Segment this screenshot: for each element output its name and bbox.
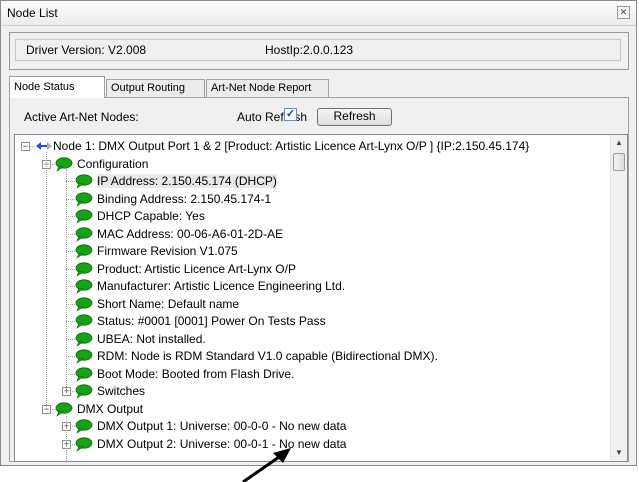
scroll-up-icon[interactable]: ▲ [611,135,627,151]
tree-item-label: DMX Output 2: Universe: 00-0-1 - No new … [97,436,347,451]
tree-item-label: RDM: Node is RDM Standard V1.0 capable (… [97,349,438,363]
tab-output-routing[interactable]: Output Routing [106,79,205,98]
tree-item-label: DMX Output 1: Universe: 00-0-0 - No new … [97,419,347,433]
tree-row[interactable]: + DMX Output 2: Universe: 00-0-1 - No new… [15,436,609,453]
tree-item-label: Boot Mode: Booted from Flash Drive. [97,366,295,381]
speech-bubble-icon [75,209,93,224]
tree-item-label: Product: Artistic Licence Art-Lynx O/P [97,261,296,276]
scroll-down-icon[interactable]: ▼ [611,445,627,461]
speech-bubble-icon [75,191,93,207]
speech-bubble-icon [75,174,93,189]
tree-row[interactable]: − Configuration [15,156,609,173]
speech-bubble-icon [75,419,93,434]
tree-item-label: DMX Output [77,401,144,416]
speech-bubble-icon [75,366,93,382]
speech-bubble-icon [75,226,93,242]
network-node-icon [35,139,53,154]
tree-item-label: Short Name: Default name [97,296,240,311]
speech-bubble-icon [75,331,93,347]
speech-bubble-icon [75,244,93,259]
tree-connector [66,198,75,200]
tree-row[interactable]: DHCP Capable: Yes [15,208,609,225]
tree-connector [66,321,75,322]
tree-item-label: Binding Address: 2.150.45.174-1 [97,191,272,206]
tree-row[interactable]: + DMX Output 1: Universe: 00-0-0 - No new… [15,418,609,435]
window-title: Node List [7,6,58,20]
tree-item-label: Status: #0001 [0001] Power On Tests Pass [97,314,326,328]
speech-bubble-icon [55,401,73,417]
tree-row[interactable]: Short Name: Default name [15,296,609,313]
tree-item-label: DHCP Capable: Yes [97,209,205,223]
tree-item-label: IP Address: 2.150.45.174 (DHCP) [97,174,277,188]
checkmark-icon: ✓ [285,108,296,120]
speech-bubble-icon [75,296,93,312]
tree-row[interactable]: Manufacturer: Artistic Licence Engineeri… [15,278,609,295]
tree-guide-line [46,151,47,409]
tree-guide-line [66,169,67,391]
tree-item-label: Firmware Revision V1.075 [97,244,238,258]
tree-row[interactable]: Status: #0001 [0001] Power On Tests Pass [15,313,609,330]
tree-row[interactable]: Firmware Revision V1.075 [15,243,609,260]
node-tree-view[interactable]: − Node 1: DMX Output Port 1 & 2 [Product:… [14,134,628,462]
tree-connector [66,338,75,340]
close-icon[interactable]: ✕ [617,6,630,19]
tree-connector [66,373,75,375]
tree-item-label: MAC Address: 00-06-A6-01-2D-AE [97,226,284,241]
tree-row[interactable]: + Switches [15,383,609,400]
title-bar: Node List ✕ [1,1,636,26]
tree-connector [66,251,75,252]
tree-row[interactable]: − DMX Output [15,401,609,418]
host-ip-text: HostIp:2.0.0.123 [265,43,354,57]
collapse-icon[interactable]: − [21,142,30,151]
speech-bubble-icon [75,436,93,452]
speech-bubble-icon [75,279,93,294]
tree-item-label: UBEA: Not installed. [97,331,206,346]
tree-guide-line [66,414,67,461]
tab-node-status[interactable]: Node Status [9,76,105,98]
tree-item-label: Manufacturer: Artistic Licence Engineeri… [97,279,346,293]
tree-item-label: Node 1: DMX Output Port 1 & 2 [Product: … [53,139,530,153]
speech-bubble-icon [55,156,73,172]
scroll-thumb[interactable] [613,153,625,171]
tree-connector [66,216,75,217]
tree-connector [66,181,75,182]
tree-row[interactable]: Product: Artistic Licence Art-Lynx O/P [15,261,609,278]
auto-refresh-checkbox[interactable]: ✓ [284,108,297,121]
tree-connector [66,356,75,357]
vertical-scrollbar[interactable]: ▲ ▼ [610,135,627,461]
driver-info-panel: Driver Version: V2.008 HostIp:2.0.0.123 [9,32,629,70]
speech-bubble-icon [75,349,93,364]
driver-info-inner: Driver Version: V2.008 HostIp:2.0.0.123 [15,39,621,61]
speech-bubble-icon [75,314,93,329]
tree-item-label: Configuration [77,156,149,171]
tree-row[interactable]: RDM: Node is RDM Standard V1.0 capable (… [15,348,609,365]
tree-connector [66,286,75,287]
active-nodes-label: Active Art-Net Nodes: [24,110,139,124]
refresh-button[interactable]: Refresh [317,108,392,126]
tree-item-label: Switches [97,384,146,398]
speech-bubble-icon [75,384,93,399]
tree-row[interactable]: Boot Mode: Booted from Flash Drive. [15,366,609,383]
tree-connector [66,233,75,235]
tab-art-net-node-report[interactable]: Art-Net Node Report [206,79,329,98]
tree-connector [66,303,75,305]
speech-bubble-icon [75,261,93,277]
tree-row[interactable]: − Node 1: DMX Output Port 1 & 2 [Product:… [15,138,609,155]
tree-row[interactable]: Binding Address: 2.150.45.174-1 [15,191,609,208]
tree-connector [66,268,75,270]
tree-row[interactable]: IP Address: 2.150.45.174 (DHCP) [15,173,609,190]
tree-row[interactable]: UBEA: Not installed. [15,331,609,348]
tree-row[interactable]: MAC Address: 00-06-A6-01-2D-AE [15,226,609,243]
driver-version-text: Driver Version: V2.008 [26,43,147,57]
